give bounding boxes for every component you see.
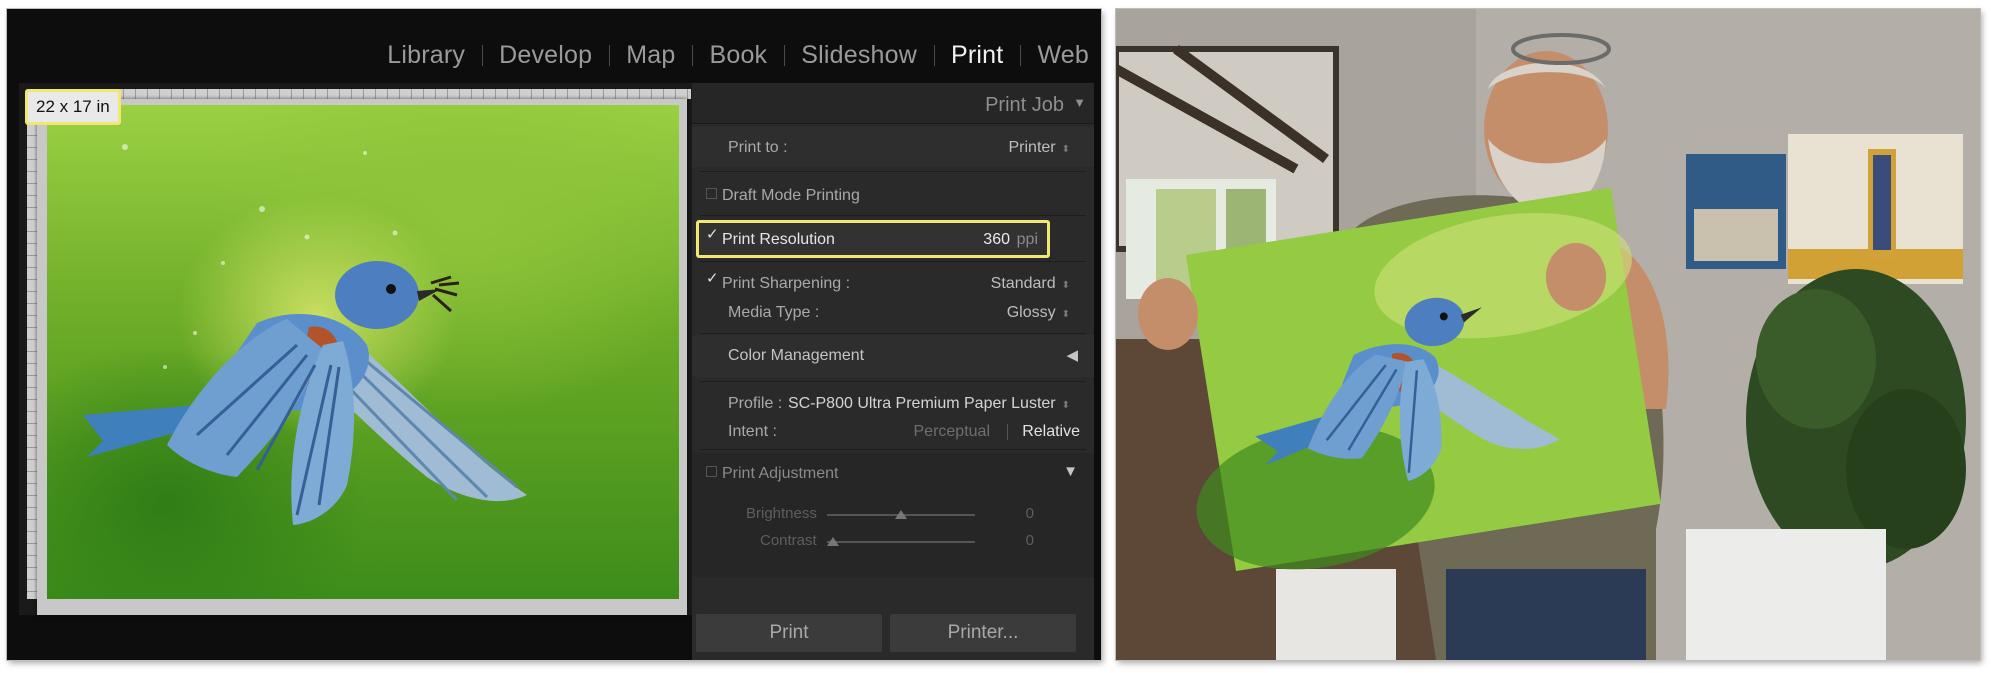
ruler-top xyxy=(27,89,691,99)
module-map[interactable]: Map xyxy=(609,41,692,70)
print-to-label: Print to : xyxy=(728,139,788,156)
print-adjustment-checkbox[interactable] xyxy=(706,466,717,477)
intent-perceptual-option[interactable]: Perceptual xyxy=(914,423,991,441)
media-type-select[interactable]: Glossy ⬍ xyxy=(1007,304,1070,322)
contrast-label: Contrast xyxy=(760,532,817,549)
divider xyxy=(700,171,1086,172)
checkmark-icon[interactable]: ✓ xyxy=(706,271,719,286)
man-holding-print-illustration xyxy=(1116,9,1980,660)
module-picker: Library Develop Map Book Slideshow Print… xyxy=(370,27,1101,83)
bluebird-photo[interactable] xyxy=(47,105,679,599)
print-to-select[interactable]: Printer ⬍ xyxy=(1008,139,1070,157)
print-resolution-row: ✓ Print Resolution 360 ppi xyxy=(692,223,1094,255)
divider xyxy=(700,215,1086,216)
bluebird-illustration xyxy=(83,144,527,525)
spinner-icon: ⬍ xyxy=(1061,400,1070,411)
color-management-label: Color Management xyxy=(728,347,865,364)
man-holding-print-photo xyxy=(1116,9,1980,660)
panel-title: Print Job xyxy=(985,94,1064,116)
lightroom-print-module: Library Develop Map Book Slideshow Print… xyxy=(7,9,1101,660)
spinner-icon: ⬍ xyxy=(1061,144,1070,155)
draft-mode-checkbox[interactable] xyxy=(706,188,717,199)
spinner-icon: ⬍ xyxy=(1061,309,1070,320)
brightness-label: Brightness xyxy=(746,505,817,522)
print-job-header[interactable]: Print Job ▼ xyxy=(692,83,1094,124)
intent-label: Intent : xyxy=(728,423,777,440)
divider xyxy=(700,261,1086,262)
print-size-badge: 22 x 17 in xyxy=(25,89,121,125)
checkmark-icon[interactable]: ✓ xyxy=(706,227,719,242)
media-type-label: Media Type : xyxy=(728,304,820,321)
divider xyxy=(700,333,1086,334)
print-page xyxy=(37,99,687,615)
triangle-left-icon[interactable]: ◀ xyxy=(1066,346,1078,364)
print-adjustment-section: Print Adjustment ▼ Brightness 0 Contrast… xyxy=(692,453,1094,577)
intent-divider xyxy=(1007,424,1008,440)
module-develop[interactable]: Develop xyxy=(482,41,609,70)
contrast-value: 0 xyxy=(1025,532,1034,549)
printer-button[interactable]: Printer... xyxy=(890,614,1076,652)
print-resolution-value[interactable]: 360 xyxy=(983,231,1010,249)
draft-mode-label: Draft Mode Printing xyxy=(722,187,860,204)
print-job-panel: Print Job ▼ Print to : Printer ⬍ Draft Mo… xyxy=(692,83,1094,660)
module-book[interactable]: Book xyxy=(692,41,784,70)
module-slideshow[interactable]: Slideshow xyxy=(784,41,934,70)
module-library[interactable]: Library xyxy=(370,41,482,70)
print-resolution-label: Print Resolution xyxy=(722,231,835,248)
color-management-header[interactable]: Color Management ◀ xyxy=(692,335,1094,377)
print-preview-area xyxy=(19,83,699,615)
profile-label: Profile : xyxy=(728,395,783,412)
module-web[interactable]: Web xyxy=(1020,41,1101,70)
spinner-icon: ⬍ xyxy=(1061,280,1070,291)
ruler-left xyxy=(27,99,37,599)
profile-intent-row: Profile : SC-P800 Ultra Premium Paper Lu… xyxy=(692,387,1094,443)
triangle-down-icon[interactable]: ▼ xyxy=(1063,463,1078,480)
intent-relative-option[interactable]: Relative xyxy=(1022,423,1080,441)
print-button[interactable]: Print xyxy=(696,614,882,652)
print-adjustment-label: Print Adjustment xyxy=(722,465,839,482)
draft-mode-row: Draft Mode Printing xyxy=(692,175,1094,215)
print-to-row: Print to : Printer ⬍ xyxy=(692,127,1094,167)
brightness-slider-thumb[interactable] xyxy=(895,510,907,519)
print-sharpening-row: ✓ Print Sharpening : Standard ⬍ Media Typ… xyxy=(692,267,1094,327)
divider xyxy=(700,449,1086,450)
print-sharpening-label: Print Sharpening : xyxy=(722,275,851,292)
contrast-slider-thumb[interactable] xyxy=(827,537,839,546)
divider xyxy=(700,381,1086,382)
module-print[interactable]: Print xyxy=(934,41,1020,70)
triangle-down-icon[interactable]: ▼ xyxy=(1073,95,1086,110)
print-sharpening-select[interactable]: Standard ⬍ xyxy=(991,275,1070,293)
brightness-value: 0 xyxy=(1025,505,1034,522)
profile-select[interactable]: SC-P800 Ultra Premium Paper Luster ⬍ xyxy=(788,395,1070,413)
print-resolution-unit: ppi xyxy=(1016,231,1038,248)
contrast-slider[interactable] xyxy=(827,541,975,543)
